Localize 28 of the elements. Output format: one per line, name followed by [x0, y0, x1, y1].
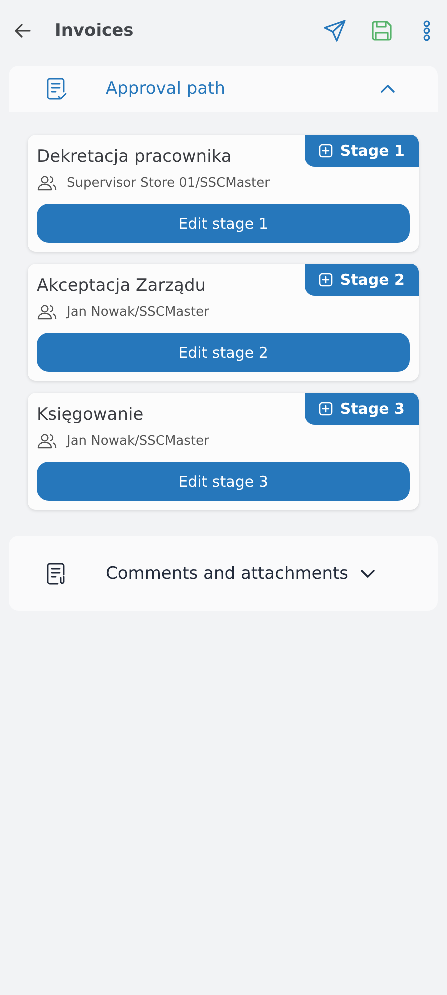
stage-label: Stage 1: [340, 142, 405, 160]
plus-square-icon: [319, 273, 334, 287]
edit-stage-button[interactable]: Edit stage 1: [37, 204, 410, 243]
users-icon: [37, 175, 57, 191]
edit-stage-button[interactable]: Edit stage 2: [37, 333, 410, 372]
plus-square-icon: [319, 144, 334, 158]
stage-name: Akceptacja Zarządu: [37, 275, 206, 296]
stage-name: Księgowanie: [37, 404, 144, 425]
users-icon: [37, 433, 57, 449]
stage-label: Stage 3: [340, 400, 405, 418]
stage-name: Dekretacja pracownika: [37, 146, 232, 167]
edit-stage-button[interactable]: Edit stage 3: [37, 462, 410, 501]
assignee-name: Supervisor Store 01/SSCMaster: [67, 176, 270, 190]
back-arrow-icon[interactable]: [15, 24, 31, 38]
more-options-icon[interactable]: [423, 20, 431, 42]
chevron-down-icon: [360, 570, 375, 578]
chevron-up-icon: [381, 85, 395, 93]
users-icon: [37, 304, 57, 320]
page-title: Invoices: [55, 21, 135, 41]
stage-label: Stage 2: [340, 271, 405, 289]
plus-square-icon: [319, 402, 334, 416]
send-icon[interactable]: [323, 19, 347, 43]
save-icon[interactable]: [371, 20, 393, 42]
section-header[interactable]: Approval path: [9, 66, 438, 112]
checklist-document-icon: [46, 77, 68, 101]
section-header[interactable]: Comments and attachments: [9, 536, 438, 611]
assignee-name: Jan Nowak/SSCMaster: [67, 304, 210, 320]
assignee-name: Jan Nowak/SSCMaster: [67, 434, 210, 448]
